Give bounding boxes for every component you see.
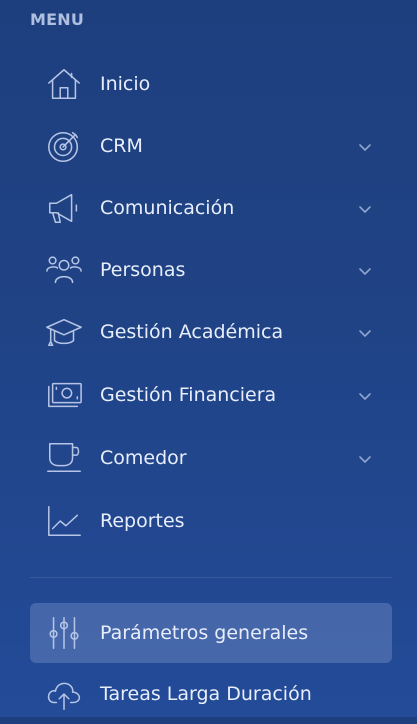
sidebar-item-label: Comunicación	[100, 197, 235, 219]
chevron-down-icon[interactable]	[358, 201, 372, 215]
chevron-down-icon[interactable]	[358, 263, 372, 277]
sidebar-item-label: Inicio	[100, 73, 151, 95]
sidebar-item-reportes[interactable]: Reportes	[30, 491, 392, 551]
megaphone-icon	[44, 188, 84, 228]
chevron-down-icon[interactable]	[358, 325, 372, 339]
sidebar-item-label: Reportes	[100, 510, 185, 532]
sidebar-item-label: CRM	[100, 135, 143, 157]
sidebar-item-personas[interactable]: Personas	[30, 240, 392, 300]
sidebar-item-label: Tareas Larga Duración	[100, 683, 312, 705]
home-icon	[44, 64, 84, 104]
chevron-down-icon[interactable]	[358, 451, 372, 465]
sidebar-item-label: Gestión Académica	[100, 321, 284, 343]
sidebar-item-label: Parámetros generales	[100, 622, 309, 644]
sidebar-item-label: Comedor	[100, 447, 187, 469]
target-icon	[44, 126, 84, 166]
cup-icon	[44, 438, 84, 478]
sidebar-item-gestion-financiera[interactable]: Gestión Financiera	[30, 365, 392, 425]
sidebar-item-parametros-generales[interactable]: Parámetros generales	[30, 603, 392, 663]
sidebar-item-label: Personas	[100, 259, 186, 281]
users-icon	[44, 250, 84, 290]
graduation-cap-icon	[44, 312, 84, 352]
sidebar-divider	[30, 577, 392, 578]
sidebar-item-inicio[interactable]: Inicio	[30, 54, 392, 114]
cloud-upload-icon	[44, 674, 84, 714]
line-chart-icon	[44, 501, 84, 541]
sidebar: MENU Inicio CRM Comunicación Personas Ge…	[0, 0, 417, 717]
menu-heading: MENU	[30, 10, 85, 29]
money-icon	[44, 375, 84, 415]
sidebar-item-label: Gestión Financiera	[100, 384, 277, 406]
chevron-down-icon[interactable]	[358, 388, 372, 402]
sidebar-item-tareas-larga-duracion[interactable]: Tareas Larga Duración	[30, 664, 392, 724]
chevron-down-icon[interactable]	[358, 139, 372, 153]
sidebar-item-comunicacion[interactable]: Comunicación	[30, 178, 392, 238]
sliders-icon	[44, 613, 84, 653]
sidebar-item-crm[interactable]: CRM	[30, 116, 392, 176]
sidebar-item-gestion-academica[interactable]: Gestión Académica	[30, 302, 392, 362]
sidebar-item-comedor[interactable]: Comedor	[30, 428, 392, 488]
